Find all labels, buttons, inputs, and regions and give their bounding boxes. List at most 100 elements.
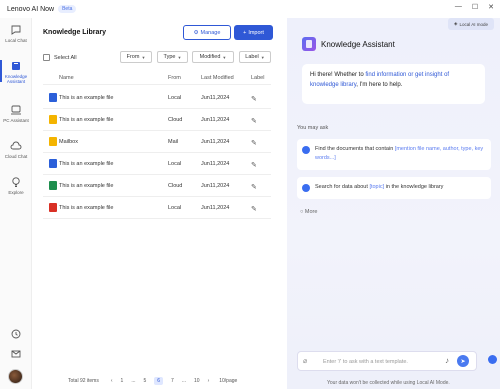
- filter-label: Modified: [199, 54, 221, 60]
- page-ellipsis[interactable]: ...: [131, 378, 135, 384]
- file-modified: Jun11,2024: [201, 139, 230, 145]
- assistant-fab-icon[interactable]: [488, 355, 497, 364]
- nav-label: Local Chat: [5, 38, 27, 43]
- folder-icon: [49, 137, 57, 146]
- history-icon[interactable]: [10, 328, 22, 340]
- edit-label-icon[interactable]: ✎: [251, 183, 257, 191]
- folder-icon: [49, 115, 57, 124]
- attachment-icon[interactable]: ⌀: [303, 357, 307, 365]
- file-from: Local: [168, 161, 182, 167]
- suggestion-text: Find the documents that contain: [315, 146, 395, 152]
- nav-label: Cloud Chat: [4, 154, 28, 159]
- you-may-ask-heading: You may ask: [297, 125, 329, 131]
- file-name: This is an example file: [59, 117, 114, 123]
- shield-icon: ◈: [454, 21, 458, 26]
- more-suggestions-button[interactable]: ○ More: [300, 209, 317, 215]
- suggestion-icon: [302, 146, 310, 154]
- table-row[interactable]: This is an example file Local Jun11,2024…: [43, 197, 271, 219]
- filter-type[interactable]: Type ▼: [157, 51, 188, 63]
- app-title: Lenovo AI Now: [7, 5, 55, 13]
- mail-icon[interactable]: [10, 348, 22, 360]
- page-link[interactable]: 7: [171, 378, 174, 384]
- prev-page-button[interactable]: ‹: [111, 378, 113, 384]
- knowledge-assistant-logo-icon: [302, 37, 316, 51]
- import-label: Import: [248, 29, 264, 36]
- file-modified: Jun11,2024: [201, 161, 230, 167]
- table-row[interactable]: This is an example file Local Jun11,2024…: [43, 153, 271, 175]
- nav-item-knowledge-assistant[interactable]: Knowledge Assistant: [0, 60, 32, 84]
- nav-item-local-chat[interactable]: Local Chat: [0, 24, 32, 43]
- excel-doc-icon: [49, 181, 57, 190]
- avatar[interactable]: [8, 369, 23, 384]
- file-from: Cloud: [168, 117, 183, 123]
- file-name: This is an example file: [59, 183, 114, 189]
- file-name: This is an example file: [59, 161, 114, 167]
- edit-label-icon[interactable]: ✎: [251, 117, 257, 125]
- bulb-icon: [12, 177, 20, 187]
- page-title: Knowledge Library: [43, 29, 107, 36]
- chevron-down-icon: ▼: [222, 54, 227, 60]
- file-modified: Jun11,2024: [201, 183, 230, 189]
- select-all[interactable]: Select All: [43, 54, 77, 61]
- knowledge-library-panel: Knowledge Library ⚙ Manage + Import Sele…: [33, 18, 276, 389]
- nav-item-pc-assistant[interactable]: PC Assistant: [0, 104, 32, 123]
- import-button[interactable]: + Import: [234, 25, 273, 40]
- more-label: More: [304, 209, 318, 215]
- laptop-icon: [11, 105, 21, 115]
- total-items: Total 92 items: [68, 378, 99, 384]
- pagination: Total 92 items ‹ 1 ... 5 6 7 ... 10 › 10…: [43, 376, 271, 386]
- edit-label-icon[interactable]: ✎: [251, 205, 257, 213]
- edit-label-icon[interactable]: ✎: [251, 139, 257, 147]
- column-name[interactable]: Name: [59, 75, 74, 81]
- nav-item-cloud-chat[interactable]: Cloud Chat: [0, 140, 32, 159]
- word-doc-icon: [49, 93, 57, 102]
- file-from: Local: [168, 205, 182, 211]
- cloud-icon: [10, 141, 22, 150]
- file-modified: Jun11,2024: [201, 205, 230, 211]
- file-modified: Jun11,2024: [201, 117, 230, 123]
- table-row[interactable]: This is an example file Cloud Jun11,2024…: [43, 175, 271, 197]
- column-from[interactable]: From: [168, 75, 181, 81]
- manage-button[interactable]: ⚙ Manage: [183, 25, 231, 40]
- nav-label: Explore: [8, 190, 24, 195]
- column-label[interactable]: Label: [251, 75, 264, 81]
- select-all-label: Select All: [54, 54, 77, 61]
- mode-label: Local AI mode: [459, 21, 488, 27]
- table-row[interactable]: Mailbox Mail Jun11,2024 ✎: [43, 131, 271, 153]
- select-all-checkbox[interactable]: [43, 54, 50, 61]
- edit-label-icon[interactable]: ✎: [251, 161, 257, 169]
- filter-modified[interactable]: Modified ▼: [192, 51, 234, 63]
- filter-label-text: Label: [245, 54, 259, 60]
- suggestion-card[interactable]: Find the documents that contain [mention…: [297, 139, 491, 170]
- table-row[interactable]: This is an example file Local Jun11,2024…: [43, 87, 271, 109]
- beta-badge: Beta: [58, 5, 77, 13]
- column-modified[interactable]: Last Modified: [201, 75, 234, 81]
- close-button[interactable]: ✕: [488, 3, 494, 11]
- suggestion-card[interactable]: Search for data about [topic] in the kno…: [297, 177, 491, 199]
- minimize-button[interactable]: —: [455, 3, 462, 11]
- microphone-icon[interactable]: ♪: [445, 356, 449, 365]
- chat-input[interactable]: ⌀ Enter '/' to ask with a text template.…: [297, 351, 477, 371]
- filter-label: Type: [163, 54, 176, 60]
- page-link[interactable]: 10: [194, 378, 200, 384]
- filter-label[interactable]: Label ▼: [239, 51, 271, 63]
- page-link[interactable]: 5: [143, 378, 146, 384]
- maximize-button[interactable]: ☐: [472, 3, 478, 11]
- suggestion-text: Search for data about: [315, 184, 370, 190]
- filter-from[interactable]: From ▼: [120, 51, 152, 63]
- page-link-current[interactable]: 6: [154, 377, 164, 385]
- next-page-button[interactable]: ›: [208, 378, 210, 384]
- page-ellipsis[interactable]: ...: [182, 378, 186, 384]
- greeting-text-end: , I'm here to help.: [356, 82, 403, 88]
- send-button[interactable]: ➤: [457, 355, 469, 367]
- chevron-down-icon: ▼: [177, 54, 182, 60]
- per-page-select[interactable]: 10/page: [219, 378, 237, 384]
- nav-item-explore[interactable]: Explore: [0, 176, 32, 195]
- table-row[interactable]: This is an example file Cloud Jun11,2024…: [43, 109, 271, 131]
- pdf-doc-icon: [49, 203, 57, 212]
- send-icon: ➤: [460, 358, 466, 365]
- suggestion-placeholder: [topic]: [369, 184, 385, 190]
- nav-label: Knowledge Assistant: [4, 74, 28, 84]
- edit-label-icon[interactable]: ✎: [251, 95, 257, 103]
- page-link[interactable]: 1: [121, 378, 124, 384]
